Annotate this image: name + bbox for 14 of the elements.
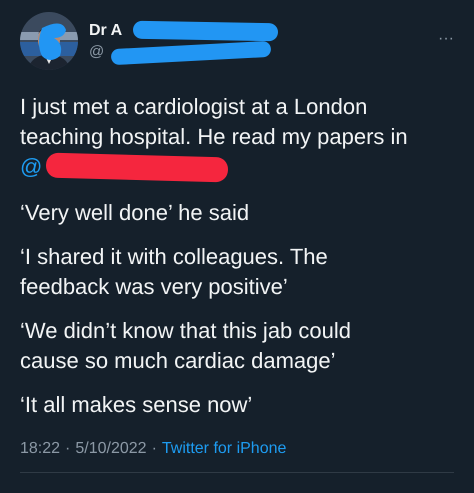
- tweet-time: 18:22: [20, 440, 60, 458]
- mention-link[interactable]: @: [20, 152, 42, 182]
- separator-dot: ·: [65, 440, 70, 458]
- author-name: Dr A: [89, 22, 122, 39]
- tweet-text: ‘We didn’t know that this jab could cause so much cardiac damage’: [20, 317, 352, 375]
- more-button[interactable]: ···: [438, 30, 454, 48]
- tweet-text: ‘Very well done’ he said: [20, 199, 250, 227]
- tweet-text: I just met a cardiologist at a London teaching hospital. He read my papers in: [20, 93, 409, 151]
- tweet-text: ‘It all makes sense now’: [20, 391, 254, 419]
- source-link[interactable]: Twitter for iPhone: [162, 440, 286, 458]
- separator-dot: ·: [152, 440, 157, 458]
- author-handle: @: [89, 43, 104, 60]
- tweet-text: ‘I shared it with colleagues. The feedback was very positive’: [20, 243, 329, 301]
- tweet-date: 5/10/2022: [75, 440, 147, 458]
